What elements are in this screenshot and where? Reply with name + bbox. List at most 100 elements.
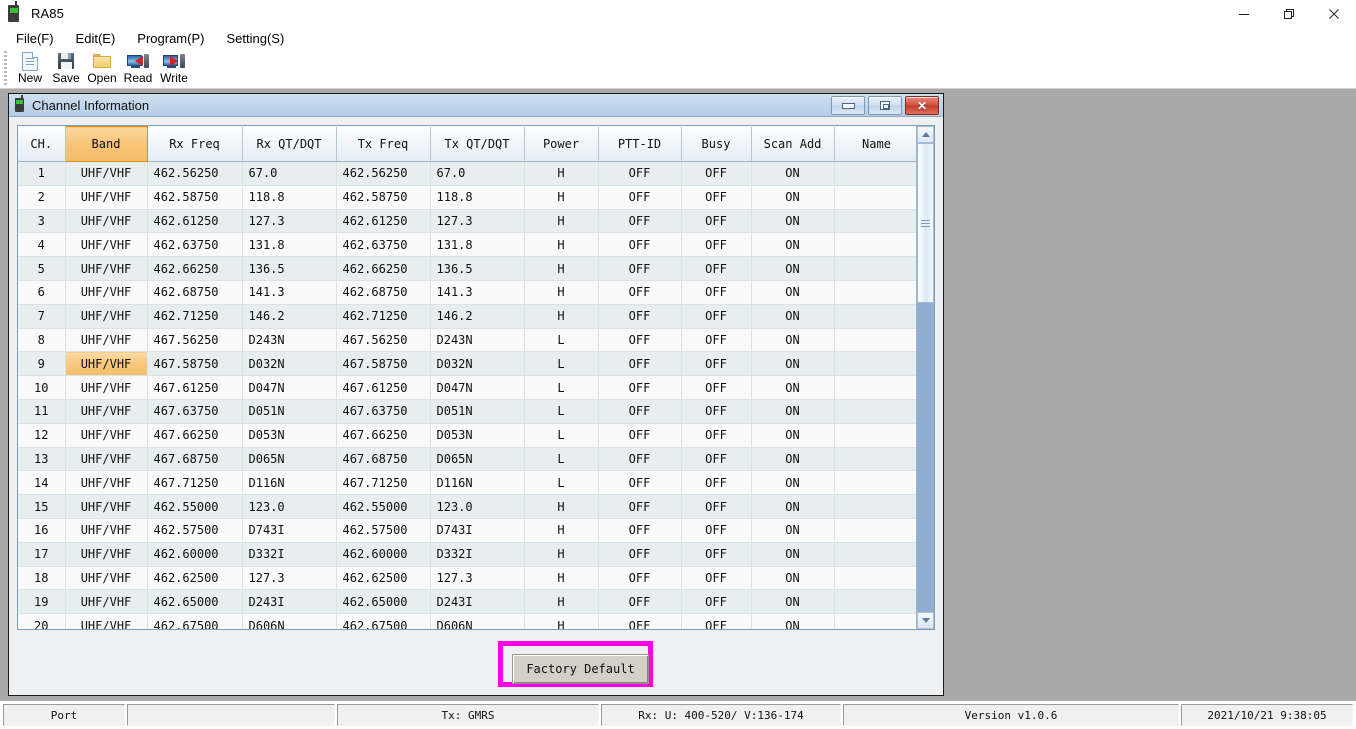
cell-ptt-id[interactable]: OFF [598,304,682,329]
cell-rx-qtdqt[interactable]: 67.0 [242,161,337,186]
cell-name[interactable] [834,209,916,234]
table-row[interactable]: 9 UHF/VHF 467.58750 D032N 467.58750 D032N L OFF… [18,351,916,377]
close-icon[interactable]: ✕ [905,96,939,115]
maximize-icon[interactable] [1266,0,1311,27]
cell-busy[interactable]: OFF [681,566,752,591]
cell-band[interactable]: UHF/VHF [65,423,148,448]
table-row[interactable]: 5 UHF/VHF 462.66250 136.5 462.66250 136.5 H OFF… [18,256,916,281]
cell-rx-freq[interactable]: 467.61250 [147,375,243,400]
table-row[interactable]: 1 UHF/VHF 462.56250 67.0 462.56250 67.0 H OFF OF… [18,161,916,186]
table-row[interactable]: 10 UHF/VHF 467.61250 D047N 467.61250 D047N L OF… [18,375,916,400]
cell-scan-add[interactable]: ON [751,613,835,629]
cell-tx-qtdqt[interactable]: D053N [430,423,525,448]
cell-name[interactable] [834,399,916,424]
cell-band[interactable]: UHF/VHF [65,185,148,210]
cell-band[interactable]: UHF/VHF [65,351,148,377]
cell-rx-qtdqt[interactable]: D053N [242,423,337,448]
open-button[interactable]: Open [84,50,120,85]
cell-rx-qtdqt[interactable]: 123.0 [242,494,337,519]
cell-power[interactable]: L [524,423,599,448]
cell-busy[interactable]: OFF [681,447,752,472]
cell-tx-freq[interactable]: 462.63750 [336,232,431,258]
cell-tx-qtdqt[interactable]: 118.8 [430,185,525,210]
scrollbar-thumb[interactable] [917,143,934,303]
cell-band[interactable]: UHF/VHF [65,542,148,567]
scroll-up-arrow-icon[interactable] [917,126,934,143]
cell-rx-freq[interactable]: 467.71250 [147,470,243,496]
cell-ch[interactable]: 14 [18,470,66,496]
cell-power[interactable]: H [524,256,599,281]
cell-busy[interactable]: OFF [681,589,752,615]
cell-ptt-id[interactable]: OFF [598,351,682,377]
cell-tx-freq[interactable]: 467.68750 [336,447,431,472]
cell-rx-qtdqt[interactable]: D065N [242,447,337,472]
cell-tx-qtdqt[interactable]: 127.3 [430,566,525,591]
cell-tx-qtdqt[interactable]: D743I [430,518,525,543]
cell-power[interactable]: L [524,328,599,353]
cell-busy[interactable]: OFF [681,423,752,448]
cell-band[interactable]: UHF/VHF [65,399,148,424]
cell-name[interactable] [834,161,916,186]
cell-busy[interactable]: OFF [681,328,752,353]
write-button[interactable]: Write [156,50,192,85]
cell-rx-freq[interactable]: 462.56250 [147,161,243,186]
cell-tx-qtdqt[interactable]: 136.5 [430,256,525,281]
cell-rx-qtdqt[interactable]: 118.8 [242,185,337,210]
table-row[interactable]: 6 UHF/VHF 462.68750 141.3 462.68750 141.3 H OFF… [18,280,916,305]
cell-tx-qtdqt[interactable]: 67.0 [430,161,525,186]
cell-power[interactable]: L [524,447,599,472]
cell-ch[interactable]: 10 [18,375,66,400]
cell-scan-add[interactable]: ON [751,209,835,234]
cell-rx-qtdqt[interactable]: D116N [242,470,337,496]
cell-rx-qtdqt[interactable]: D606N [242,613,337,629]
cell-busy[interactable]: OFF [681,494,752,519]
cell-scan-add[interactable]: ON [751,494,835,519]
cell-ch[interactable]: 19 [18,589,66,615]
cell-name[interactable] [834,613,916,629]
cell-tx-qtdqt[interactable]: 146.2 [430,304,525,329]
cell-power[interactable]: H [524,542,599,567]
cell-tx-qtdqt[interactable]: 141.3 [430,280,525,305]
column-header-rx-qtdqt[interactable]: Rx QT/DQT [242,126,337,162]
table-row[interactable]: 18 UHF/VHF 462.62500 127.3 462.62500 127.3 H OF… [18,566,916,591]
cell-tx-qtdqt[interactable]: D051N [430,399,525,424]
cell-band[interactable]: UHF/VHF [65,494,148,519]
cell-ptt-id[interactable]: OFF [598,566,682,591]
cell-busy[interactable]: OFF [681,542,752,567]
cell-rx-freq[interactable]: 462.67500 [147,613,243,629]
cell-name[interactable] [834,470,916,496]
cell-tx-freq[interactable]: 467.56250 [336,328,431,353]
table-row[interactable]: 20 UHF/VHF 462.67500 D606N 462.67500 D606N H OF… [18,613,916,629]
cell-scan-add[interactable]: ON [751,589,835,615]
cell-ptt-id[interactable]: OFF [598,185,682,210]
cell-ptt-id[interactable]: OFF [598,399,682,424]
cell-name[interactable] [834,494,916,519]
cell-scan-add[interactable]: ON [751,542,835,567]
cell-name[interactable] [834,423,916,448]
cell-rx-qtdqt[interactable]: D243I [242,589,337,615]
cell-power[interactable]: L [524,399,599,424]
cell-busy[interactable]: OFF [681,518,752,543]
cell-band[interactable]: UHF/VHF [65,447,148,472]
cell-tx-freq[interactable]: 462.57500 [336,518,431,543]
cell-busy[interactable]: OFF [681,351,752,377]
cell-ch[interactable]: 4 [18,232,66,258]
minimize-icon[interactable] [831,96,865,115]
cell-scan-add[interactable]: ON [751,470,835,496]
read-button[interactable]: Read [120,50,156,85]
cell-tx-freq[interactable]: 467.63750 [336,399,431,424]
cell-tx-freq[interactable]: 462.65000 [336,589,431,615]
cell-ptt-id[interactable]: OFF [598,161,682,186]
menu-edit[interactable]: Edit(E) [67,29,125,48]
cell-band[interactable]: UHF/VHF [65,375,148,400]
cell-power[interactable]: L [524,351,599,377]
table-row[interactable]: 3 UHF/VHF 462.61250 127.3 462.61250 127.3 H OFF… [18,209,916,234]
cell-ptt-id[interactable]: OFF [598,375,682,400]
cell-band[interactable]: UHF/VHF [65,613,148,629]
cell-rx-qtdqt[interactable]: D743I [242,518,337,543]
cell-band[interactable]: UHF/VHF [65,232,148,258]
cell-ptt-id[interactable]: OFF [598,542,682,567]
cell-busy[interactable]: OFF [681,232,752,258]
channel-information-titlebar[interactable]: Channel Information ✕ [9,94,943,117]
cell-band[interactable]: UHF/VHF [65,161,148,186]
